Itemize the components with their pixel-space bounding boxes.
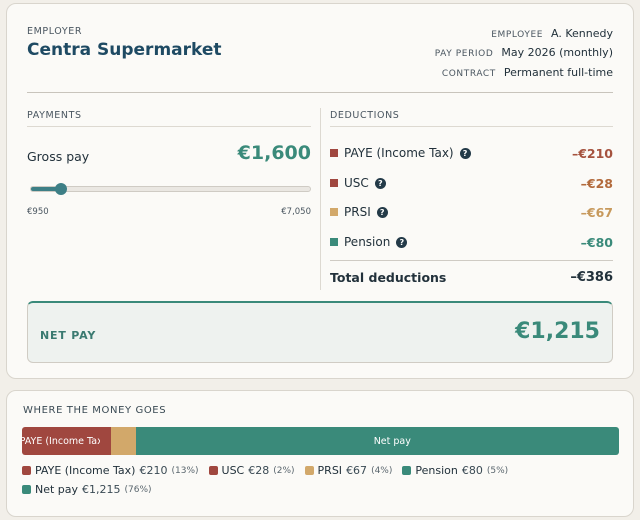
legend-percent: (2%) xyxy=(273,465,295,476)
employer-label: EMPLOYER xyxy=(27,26,83,37)
legend-swatch xyxy=(402,466,412,475)
payments-divider xyxy=(27,126,311,127)
deduction-row-prsi: PRSI ? –€67 xyxy=(330,202,613,222)
legend-swatch xyxy=(208,466,218,475)
breakdown-title: WHERE THE MONEY GOES xyxy=(23,405,167,416)
legend-item-pension: Pension €80 (5%) xyxy=(402,464,508,477)
legend-amount: €28 xyxy=(248,464,270,477)
help-icon[interactable]: ? xyxy=(396,236,408,248)
usc-swatch xyxy=(330,179,338,187)
help-icon[interactable]: ? xyxy=(376,206,388,218)
legend-percent: (5%) xyxy=(486,465,509,476)
deductions-divider xyxy=(330,126,613,127)
prsi-label: PRSI xyxy=(344,205,371,219)
slider-max-label: €7,050 xyxy=(281,207,311,217)
legend-swatch xyxy=(22,466,31,475)
paye-amount: –€210 xyxy=(571,145,613,161)
usc-label: USC xyxy=(344,176,369,190)
legend-percent: (4%) xyxy=(371,465,393,476)
prsi-swatch xyxy=(330,208,338,216)
legend-item-prsi: PRSI €67 (4%) xyxy=(304,464,393,477)
bar-segment-usc xyxy=(100,427,111,455)
bar-segment-paye-income-tax: PAYE (Income Tax xyxy=(22,427,101,455)
pension-label: Pension xyxy=(344,235,391,249)
legend-item-net-pay: Net pay €1,215 (76%) xyxy=(22,483,152,496)
help-icon[interactable]: ? xyxy=(374,177,386,189)
contract-row: CONTRACT Permanent full-time xyxy=(442,66,613,79)
contract-value: Permanent full-time xyxy=(503,66,613,79)
payments-section-label: PAYMENTS xyxy=(27,110,82,121)
pay-period-row: PAY PERIOD May 2026 (monthly) xyxy=(435,46,613,59)
prsi-amount: –€67 xyxy=(580,204,613,220)
payslip-card: EMPLOYER Centra Supermarket EMPLOYEE A. … xyxy=(6,3,634,379)
total-divider xyxy=(330,260,613,261)
employee-label: EMPLOYEE xyxy=(491,30,544,40)
legend-name: Net pay xyxy=(35,483,79,496)
gross-pay-label: Gross pay xyxy=(27,149,90,164)
legend-name: PRSI xyxy=(317,464,343,477)
legend-item-paye-income-tax: PAYE (Income Tax) €210 (13%) xyxy=(22,464,199,477)
total-deductions-amount: –€386 xyxy=(570,270,613,285)
legend-percent: (13%) xyxy=(171,465,199,476)
employee-row: EMPLOYEE A. Kennedy xyxy=(491,27,613,40)
slider-min-label: €950 xyxy=(27,207,49,217)
column-divider xyxy=(320,108,321,290)
deduction-row-usc: USC ? –€28 xyxy=(330,173,613,193)
header-divider xyxy=(27,92,613,93)
net-pay-label: NET PAY xyxy=(40,329,97,342)
breakdown-bar: PAYE (Income Tax Net pay xyxy=(22,427,619,455)
breakdown-card: WHERE THE MONEY GOES PAYE (Income Tax Net… xyxy=(6,390,634,517)
legend-amount: €210 xyxy=(139,464,168,477)
pension-amount: –€80 xyxy=(580,234,613,250)
help-icon[interactable]: ? xyxy=(459,147,471,159)
legend-item-usc: USC €28 (2%) xyxy=(208,464,295,477)
legend-amount: €80 xyxy=(461,464,483,477)
legend-name: Pension xyxy=(415,464,458,477)
employer-name: Centra Supermarket xyxy=(27,40,222,60)
usc-amount: –€28 xyxy=(580,175,613,191)
gross-pay-slider[interactable] xyxy=(30,183,311,195)
deductions-section-label: DEDUCTIONS xyxy=(330,110,400,121)
pay-period-label: PAY PERIOD xyxy=(434,49,494,59)
employee-value: A. Kennedy xyxy=(551,27,613,40)
net-pay-value: €1,215 xyxy=(515,319,600,344)
legend-name: PAYE (Income Tax) xyxy=(35,464,136,477)
deduction-row-paye: PAYE (Income Tax) ? –€210 xyxy=(330,143,613,163)
total-deductions-row: Total deductions –€386 xyxy=(330,270,613,285)
legend-amount: €1,215 xyxy=(82,483,121,496)
legend-swatch xyxy=(304,466,314,475)
bar-segment-pension xyxy=(135,427,166,455)
net-pay-panel: NET PAY €1,215 xyxy=(27,301,613,363)
deduction-row-pension: Pension ? –€80 xyxy=(330,232,613,252)
pay-period-value: May 2026 (monthly) xyxy=(501,46,613,59)
legend-amount: €67 xyxy=(346,464,368,477)
bar-segment-net-pay: Net pay xyxy=(165,427,619,455)
bar-segment-prsi xyxy=(110,427,136,455)
gross-pay-value: €1,600 xyxy=(237,142,311,164)
paye-swatch xyxy=(330,149,338,157)
legend-name: USC xyxy=(221,464,245,477)
total-deductions-label: Total deductions xyxy=(330,270,447,285)
pension-swatch xyxy=(330,238,338,246)
legend-percent: (76%) xyxy=(124,484,152,495)
legend-swatch xyxy=(22,485,31,494)
paye-label: PAYE (Income Tax) xyxy=(344,146,454,160)
contract-label: CONTRACT xyxy=(441,69,496,79)
slider-handle[interactable] xyxy=(54,183,67,195)
breakdown-legend: PAYE (Income Tax) €210 (13%) USC €28 (2%) PRSI… xyxy=(22,464,619,496)
